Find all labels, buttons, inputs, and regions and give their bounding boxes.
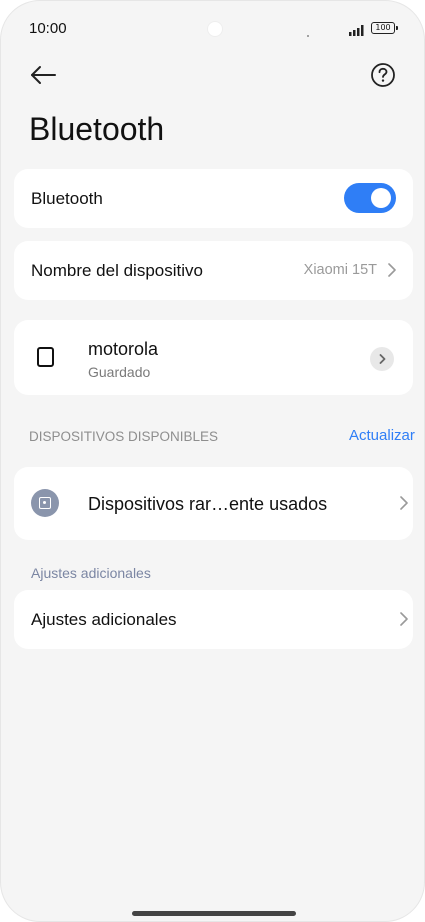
- camera-cutout: [207, 21, 223, 37]
- chevron-right-icon: [379, 354, 386, 364]
- battery-icon: 100: [371, 22, 398, 34]
- status-time: 10:00: [29, 20, 67, 37]
- device-details-button[interactable]: [370, 347, 394, 371]
- chevron-right-icon: [400, 496, 408, 510]
- back-arrow-icon[interactable]: [29, 61, 59, 89]
- phone-icon: [37, 347, 54, 367]
- status-dot: [307, 35, 309, 37]
- status-bar: 10:00 100: [1, 1, 424, 57]
- device-box-icon: [31, 489, 59, 517]
- paired-device-name: motorola: [88, 339, 159, 359]
- device-name-value: Xiaomi 15T: [303, 262, 377, 278]
- bluetooth-switch[interactable]: [344, 183, 396, 213]
- additional-settings-label: Ajustes adicionales: [31, 610, 177, 629]
- signal-icon: [349, 25, 364, 36]
- bluetooth-label: Bluetooth: [31, 189, 103, 208]
- switch-knob: [371, 188, 391, 208]
- device-name-row[interactable]: Nombre del dispositivo Xiaomi 15T: [14, 241, 413, 300]
- available-devices-header: DISPOSITIVOS DISPONIBLES: [29, 429, 219, 444]
- refresh-link[interactable]: Actualizar: [349, 427, 415, 444]
- chevron-right-icon: [388, 263, 396, 277]
- rarely-used-devices-row[interactable]: Dispositivos rar…ente usados: [14, 467, 413, 540]
- device-name-label: Nombre del dispositivo: [31, 261, 203, 280]
- chevron-right-icon: [400, 612, 408, 626]
- page-title: Bluetooth: [29, 111, 165, 147]
- phone-screen: 10:00 100 Bluetooth Bluetooth Nombre del…: [0, 0, 425, 922]
- paired-device-row[interactable]: motorola Guardado: [14, 320, 413, 395]
- help-icon[interactable]: [370, 62, 396, 88]
- rarely-used-devices-label: Dispositivos rar…ente usados: [88, 494, 328, 514]
- additional-settings-row[interactable]: Ajustes adicionales: [14, 590, 413, 649]
- home-indicator[interactable]: [132, 911, 296, 916]
- additional-settings-section-label: Ajustes adicionales: [31, 565, 151, 581]
- bluetooth-toggle-row[interactable]: Bluetooth: [14, 169, 413, 228]
- paired-device-status: Guardado: [88, 364, 151, 380]
